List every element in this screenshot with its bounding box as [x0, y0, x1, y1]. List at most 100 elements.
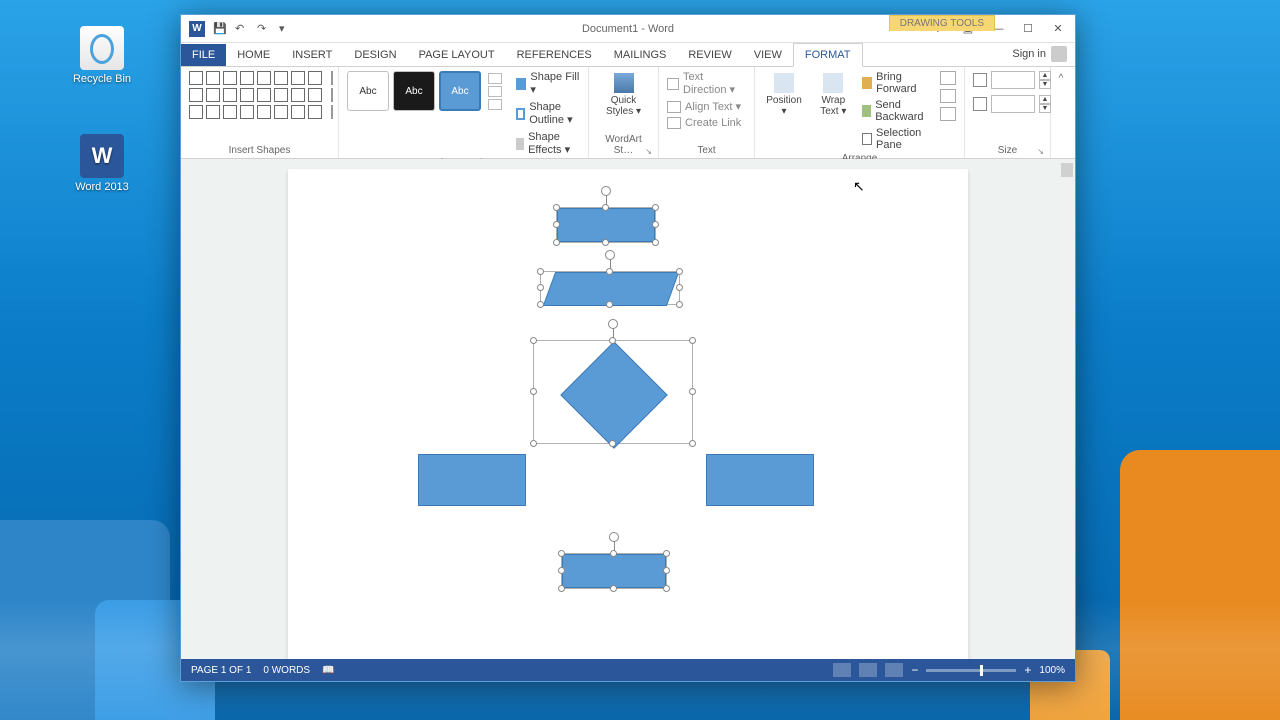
resize-handle[interactable]	[553, 221, 560, 228]
status-proof-icon[interactable]: 📖	[322, 665, 334, 676]
resize-handle[interactable]	[610, 585, 617, 592]
resize-handle[interactable]	[558, 567, 565, 574]
zoom-out-button[interactable]: −	[911, 663, 918, 677]
resize-handle[interactable]	[689, 440, 696, 447]
resize-handle[interactable]	[652, 221, 659, 228]
tab-design[interactable]: DESIGN	[343, 44, 407, 66]
view-print-button[interactable]	[859, 663, 877, 677]
resize-handle[interactable]	[530, 388, 537, 395]
resize-handle[interactable]	[663, 567, 670, 574]
resize-handle[interactable]	[689, 388, 696, 395]
resize-handle[interactable]	[663, 550, 670, 557]
shape-fill-button[interactable]: Shape Fill ▾	[516, 71, 580, 96]
resize-handle[interactable]	[609, 440, 616, 447]
collapse-ribbon-button[interactable]: ^	[1051, 67, 1071, 158]
shape-style-3[interactable]: Abc	[439, 71, 481, 111]
resize-handle[interactable]	[610, 550, 617, 557]
sign-in-button[interactable]: Sign in	[1004, 42, 1075, 66]
maximize-button[interactable]: ☐	[1015, 19, 1041, 39]
style-gallery-scroll[interactable]	[488, 73, 502, 110]
text-direction-button[interactable]: Text Direction ▾	[667, 71, 746, 96]
height-spinner[interactable]: ▲▼	[1039, 71, 1051, 89]
rotate-button[interactable]	[940, 107, 956, 121]
tab-review[interactable]: REVIEW	[677, 44, 742, 66]
resize-handle[interactable]	[606, 301, 613, 308]
redo-button[interactable]: ↷	[257, 22, 271, 36]
resize-handle[interactable]	[537, 301, 544, 308]
wrap-text-button[interactable]: Wrap Text ▾	[811, 71, 856, 119]
status-page[interactable]: PAGE 1 OF 1	[191, 665, 251, 676]
resize-handle[interactable]	[676, 284, 683, 291]
resize-handle[interactable]	[537, 268, 544, 275]
selection-box[interactable]	[556, 207, 656, 243]
resize-handle[interactable]	[602, 204, 609, 211]
zoom-level[interactable]: 100%	[1039, 665, 1065, 676]
quick-styles-button[interactable]: Quick Styles ▾	[597, 71, 650, 119]
send-backward-button[interactable]: Send Backward	[862, 99, 928, 123]
tab-mailings[interactable]: MAILINGS	[603, 44, 678, 66]
desktop-icon-word[interactable]: W Word 2013	[62, 134, 142, 193]
status-words[interactable]: 0 WORDS	[263, 665, 310, 676]
shape-rect[interactable]	[418, 454, 526, 506]
bring-forward-button[interactable]: Bring Forward	[862, 71, 928, 95]
rotate-handle[interactable]	[609, 532, 619, 542]
shape-rect[interactable]	[706, 454, 814, 506]
shape-effects-button[interactable]: Shape Effects ▾	[516, 131, 580, 156]
rotate-handle[interactable]	[608, 319, 618, 329]
width-input[interactable]	[991, 95, 1035, 113]
tab-page-layout[interactable]: PAGE LAYOUT	[408, 44, 506, 66]
save-button[interactable]: 💾	[213, 22, 227, 36]
resize-handle[interactable]	[530, 440, 537, 447]
resize-handle[interactable]	[676, 301, 683, 308]
selection-box[interactable]	[540, 271, 680, 305]
resize-handle[interactable]	[553, 239, 560, 246]
dialog-launcher[interactable]: ↘	[645, 147, 652, 156]
shape-style-gallery[interactable]: Abc Abc Abc	[347, 71, 502, 111]
resize-handle[interactable]	[606, 268, 613, 275]
resize-handle[interactable]	[652, 204, 659, 211]
tab-view[interactable]: VIEW	[743, 44, 793, 66]
selection-pane-button[interactable]: Selection Pane	[862, 127, 928, 151]
tab-insert[interactable]: INSERT	[281, 44, 343, 66]
zoom-thumb[interactable]	[980, 665, 983, 676]
resize-handle[interactable]	[676, 268, 683, 275]
width-spinner[interactable]: ▲▼	[1039, 95, 1051, 113]
desktop-icon-recycle[interactable]: Recycle Bin	[62, 26, 142, 85]
resize-handle[interactable]	[558, 550, 565, 557]
tab-home[interactable]: HOME	[226, 44, 281, 66]
view-web-button[interactable]	[885, 663, 903, 677]
shapes-gallery[interactable]	[189, 71, 322, 119]
align-text-button[interactable]: Align Text ▾	[667, 100, 746, 113]
shape-diamond[interactable]	[560, 341, 667, 448]
tab-format[interactable]: FORMAT	[793, 43, 863, 67]
shape-rect[interactable]	[557, 208, 655, 242]
vertical-scrollbar[interactable]: ▲	[1059, 159, 1075, 659]
rotate-handle[interactable]	[601, 186, 611, 196]
resize-handle[interactable]	[663, 585, 670, 592]
zoom-slider[interactable]	[926, 669, 1016, 672]
resize-handle[interactable]	[652, 239, 659, 246]
qat-customize-button[interactable]: ▾	[279, 22, 293, 36]
shape-style-2[interactable]: Abc	[393, 71, 435, 111]
position-button[interactable]: Position ▾	[763, 71, 805, 119]
group-button[interactable]	[940, 89, 956, 103]
shape-rect[interactable]	[562, 554, 666, 588]
shapes-gallery-more[interactable]	[331, 71, 333, 119]
scroll-thumb[interactable]	[1061, 163, 1073, 177]
resize-handle[interactable]	[530, 337, 537, 344]
selection-box[interactable]	[561, 553, 667, 589]
resize-handle[interactable]	[609, 337, 616, 344]
page[interactable]	[288, 169, 968, 659]
resize-handle[interactable]	[537, 284, 544, 291]
resize-handle[interactable]	[602, 239, 609, 246]
rotate-handle[interactable]	[605, 250, 615, 260]
height-input[interactable]	[991, 71, 1035, 89]
zoom-in-button[interactable]: +	[1024, 663, 1031, 677]
shape-style-1[interactable]: Abc	[347, 71, 389, 111]
selection-box[interactable]	[533, 340, 693, 444]
resize-handle[interactable]	[558, 585, 565, 592]
tab-references[interactable]: REFERENCES	[506, 44, 603, 66]
close-button[interactable]: ✕	[1045, 19, 1071, 39]
shape-outline-button[interactable]: Shape Outline ▾	[516, 101, 580, 126]
undo-button[interactable]: ↶	[235, 22, 249, 36]
